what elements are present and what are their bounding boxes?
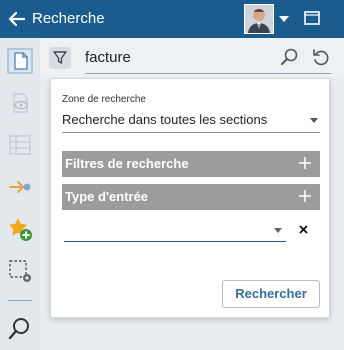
search-filters-header[interactable]: Filtres de recherche bbox=[62, 151, 320, 177]
list-icon[interactable] bbox=[7, 132, 33, 158]
chevron-down-icon bbox=[274, 228, 282, 233]
plus-icon bbox=[299, 190, 311, 202]
search-options-panel: Zone de recherche Recherche dans toutes … bbox=[50, 78, 330, 318]
filter-button[interactable] bbox=[49, 47, 71, 69]
reset-icon[interactable] bbox=[311, 47, 331, 67]
user-avatar[interactable] bbox=[244, 4, 274, 34]
zone-select[interactable]: Recherche dans toutes les sections bbox=[62, 110, 320, 133]
search-bar: facture bbox=[40, 38, 344, 78]
selection-settings-icon[interactable] bbox=[7, 258, 33, 284]
zone-label: Zone de recherche bbox=[62, 94, 146, 105]
page-title: Recherche bbox=[32, 10, 105, 27]
search-input-underline bbox=[85, 73, 331, 74]
login-arrow-icon[interactable] bbox=[7, 174, 33, 200]
caret-down-icon[interactable] bbox=[279, 15, 289, 23]
view-document-icon[interactable] bbox=[7, 90, 33, 116]
chevron-down-icon bbox=[310, 118, 318, 123]
top-bar: Recherche bbox=[0, 0, 344, 38]
zone-select-value: Recherche dans toutes les sections bbox=[62, 112, 268, 127]
entry-type-header[interactable]: Type d'entrée bbox=[62, 184, 320, 210]
star-add-icon[interactable] bbox=[7, 216, 33, 242]
search-icon[interactable] bbox=[280, 47, 300, 67]
sidebar bbox=[0, 38, 40, 350]
plus-icon bbox=[299, 157, 311, 169]
search-submit-button[interactable]: Rechercher bbox=[222, 280, 320, 308]
filter-icon bbox=[53, 51, 67, 64]
entry-type-label: Type d'entrée bbox=[65, 189, 149, 204]
search-icon[interactable] bbox=[7, 316, 33, 342]
document-icon[interactable] bbox=[7, 48, 33, 74]
search-input[interactable]: facture bbox=[85, 49, 131, 67]
sidebar-divider bbox=[8, 300, 32, 301]
arrow-left-icon[interactable] bbox=[8, 10, 26, 28]
search-filters-label: Filtres de recherche bbox=[65, 156, 189, 171]
window-icon[interactable] bbox=[304, 11, 320, 25]
entry-type-select[interactable] bbox=[64, 219, 286, 242]
close-icon[interactable] bbox=[299, 225, 308, 234]
